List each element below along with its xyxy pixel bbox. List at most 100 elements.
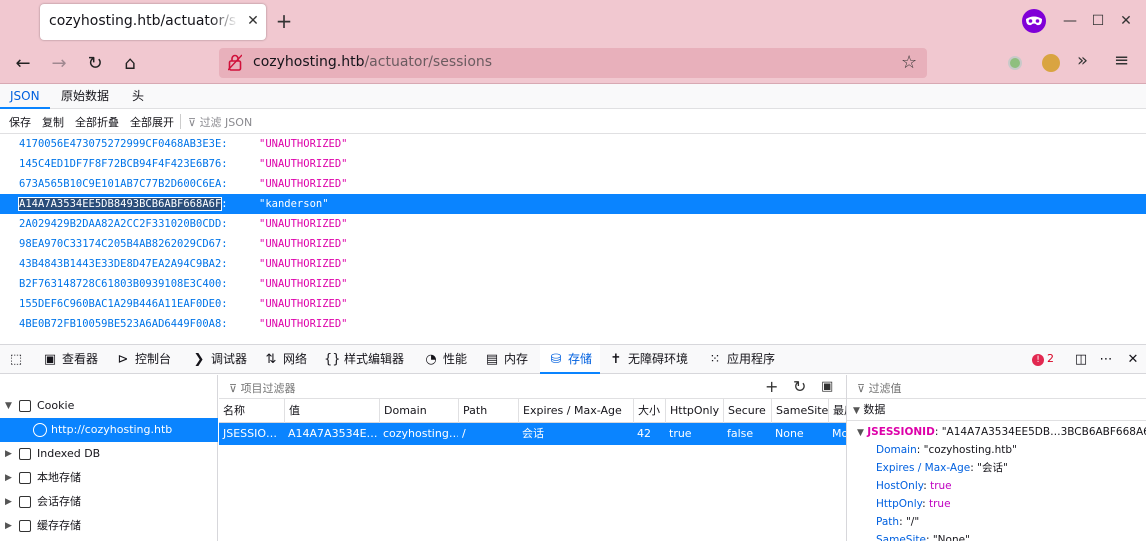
overflow-menu-icon[interactable]: » [1077, 50, 1088, 71]
collapsed-arrow-icon[interactable]: ▶ [5, 442, 12, 466]
tool-application[interactable]: ⁙ 应用程序 [707, 345, 775, 374]
tool-debugger[interactable]: ❯ 调试器 [191, 345, 247, 374]
tool-accessibility[interactable]: ✝ 无障碍环境 [608, 345, 688, 374]
error-count-badge[interactable]: ! 2 [1032, 352, 1054, 366]
detail-line[interactable]: Path: "/" [847, 513, 1146, 531]
table-cell: 42 [637, 427, 651, 440]
expanded-arrow-icon[interactable]: ▼ [857, 428, 864, 438]
expanded-arrow-icon[interactable]: ▼ [853, 406, 860, 416]
reload-icon[interactable]: ↻ [83, 52, 107, 76]
column-header[interactable]: Path [458, 399, 518, 423]
detail-line[interactable]: HttpOnly: true [847, 495, 1146, 513]
tab-json[interactable]: JSON [0, 84, 50, 109]
back-icon[interactable]: ← [11, 52, 35, 76]
json-row[interactable]: 4BE0B72FB10059BE523A6AD6449F00A8: "UNAUTH… [0, 314, 1146, 334]
column-header[interactable]: HttpOnly [665, 399, 723, 423]
tool-style-editor[interactable]: {} 样式编辑器 [324, 345, 404, 374]
tree-local-storage[interactable]: ▶ 本地存储 [0, 466, 218, 490]
tool-console[interactable]: ⊳ 控制台 [115, 345, 171, 374]
collapsed-arrow-icon[interactable]: ▶ [5, 514, 12, 538]
detail-line[interactable]: SameSite: "None" [847, 531, 1146, 541]
tree-cookie[interactable]: ▼ Cookie [0, 394, 218, 418]
more-options-icon[interactable]: ⋯ [1098, 345, 1118, 374]
table-cell: Mo [832, 427, 846, 440]
json-value: "UNAUTHORIZED" [259, 138, 348, 150]
json-row[interactable]: 145C4ED1DF7F8F72BCB94F4F423E6B76: "UNAUTH… [0, 154, 1146, 174]
tool-network[interactable]: ⇅ 网络 [263, 345, 307, 374]
database-icon [19, 496, 31, 508]
expand-all-button[interactable]: 全部展开 [130, 114, 174, 130]
json-row[interactable]: A14A7A3534EE5DB8493BCB6ABF668A6F: "kander… [0, 194, 1146, 214]
forward-icon[interactable]: → [47, 52, 71, 76]
close-tab-icon[interactable]: ✕ [244, 12, 262, 30]
tree-session-storage[interactable]: ▶ 会话存储 [0, 490, 218, 514]
details-header[interactable]: ▼ 数据 [847, 399, 1146, 421]
refresh-icon[interactable]: ↻ [793, 377, 806, 396]
dock-side-icon[interactable]: ◫ [1073, 345, 1093, 374]
json-row[interactable]: 155DEF6C960BAC1A29B446A11EAF0DE0: "UNAUTH… [0, 294, 1146, 314]
table-row[interactable]: JSESSIO… A14A7A3534E… cozyhosting… / 会话 42 tru… [219, 423, 846, 445]
column-header[interactable]: 名称 [219, 399, 284, 423]
detail-key: Expires / Max-Age [876, 462, 971, 474]
column-header[interactable]: Expires / Max-Age [518, 399, 633, 423]
toolbar-divider [180, 114, 181, 129]
json-key: 4BE0B72FB10059BE523A6AD6449F00A8: [19, 318, 228, 330]
insecure-lock-icon[interactable] [228, 54, 242, 71]
json-row[interactable]: 2A029429B2DAA82A2CC2F331020B0CDD: "UNAUTH… [0, 214, 1146, 234]
collapsed-arrow-icon[interactable]: ▶ [5, 466, 12, 490]
json-key: A14A7A3534EE5DB8493BCB6ABF668A6F: [17, 197, 228, 211]
column-header[interactable]: Domain [379, 399, 458, 423]
column-header[interactable]: 大小 [633, 399, 665, 423]
collapse-all-button[interactable]: 全部折叠 [75, 114, 119, 130]
tool-storage[interactable]: ⛁ 存储 [540, 345, 601, 374]
bookmark-star-icon[interactable]: ☆ [901, 52, 917, 73]
tab-raw-data[interactable]: 原始数据 [51, 84, 119, 109]
json-filter-input[interactable]: ⊽ 过滤 JSON [188, 114, 252, 130]
maximize-icon[interactable]: ☐ [1088, 11, 1108, 31]
url-text[interactable]: cozyhosting.htb/actuator/sessions [253, 54, 492, 70]
column-header[interactable]: 值 [284, 399, 379, 423]
tree-label: http://cozyhosting.htb [51, 423, 173, 436]
json-row[interactable]: 98EA970C33174C205B4AB8262029CD67: "UNAUTH… [0, 234, 1146, 254]
detail-line[interactable]: Expires / Max-Age: "会话" [847, 459, 1146, 477]
cookie-detail-root[interactable]: ▼ JSESSIONID: "A14A7A3534EE5DB…3BCB6ABF6… [847, 423, 1146, 441]
tree-indexeddb[interactable]: ▶ Indexed DB [0, 442, 218, 466]
tool-label: 存储 [568, 352, 593, 366]
save-button[interactable]: 保存 [9, 114, 31, 130]
item-filter-input[interactable]: ⊽ 项目过滤器 + ↻ ▣ [219, 375, 846, 399]
json-row[interactable]: 43B4843B1443E33DE8D47EA2A94C9BA2: "UNAUTH… [0, 254, 1146, 274]
tab-headers[interactable]: 头 [122, 84, 154, 109]
collapsed-arrow-icon[interactable]: ▶ [5, 490, 12, 514]
tree-cache-storage[interactable]: ▶ 缓存存储 [0, 514, 218, 538]
copy-button[interactable]: 复制 [42, 114, 64, 130]
column-header[interactable]: SameSite [771, 399, 828, 423]
tree-cookie-host[interactable]: http://cozyhosting.htb [0, 418, 218, 442]
json-key: 4170056E473075272999CF0468AB3E3E: [19, 138, 228, 150]
foxyproxy-icon[interactable] [1042, 54, 1060, 72]
tool-inspector[interactable]: ▣ 查看器 [42, 345, 98, 374]
toggle-sidebar-icon[interactable]: ▣ [821, 379, 833, 394]
value-filter-input[interactable]: ⊽ 过滤值 [847, 375, 1146, 399]
detail-line[interactable]: HostOnly: true [847, 477, 1146, 495]
selected-text: A14A7A3534EE5DB8493BCB6ABF668A6F [17, 197, 223, 211]
json-row[interactable]: 4170056E473075272999CF0468AB3E3E: "UNAUTH… [0, 134, 1146, 154]
detail-line[interactable]: Domain: "cozyhosting.htb" [847, 441, 1146, 459]
browser-tab[interactable]: cozyhosting.htb/actuator/sessions ✕ [40, 4, 266, 40]
extension-icon[interactable] [1008, 56, 1022, 70]
minimize-icon[interactable]: — [1060, 11, 1080, 31]
json-row[interactable]: 673A565B10C9E101AB7C77B2D600C6EA: "UNAUTH… [0, 174, 1146, 194]
hamburger-menu-icon[interactable]: ≡ [1114, 50, 1129, 71]
new-tab-icon[interactable]: + [274, 11, 294, 31]
column-header[interactable]: 最后 [828, 399, 846, 423]
tool-memory[interactable]: ▤ 内存 [484, 345, 528, 374]
url-bar[interactable]: cozyhosting.htb/actuator/sessions ☆ [219, 48, 927, 78]
home-icon[interactable]: ⌂ [118, 52, 142, 76]
element-picker-icon[interactable]: ⬚ [8, 345, 28, 374]
tool-performance[interactable]: ◔ 性能 [423, 345, 467, 374]
column-header[interactable]: Secure [723, 399, 771, 423]
expanded-arrow-icon[interactable]: ▼ [5, 394, 12, 418]
close-devtools-icon[interactable]: ✕ [1125, 345, 1145, 374]
close-window-icon[interactable]: ✕ [1116, 11, 1136, 31]
add-item-icon[interactable]: + [765, 377, 778, 396]
json-row[interactable]: B2F763148728C61803B0939108E3C400: "UNAUTH… [0, 274, 1146, 294]
